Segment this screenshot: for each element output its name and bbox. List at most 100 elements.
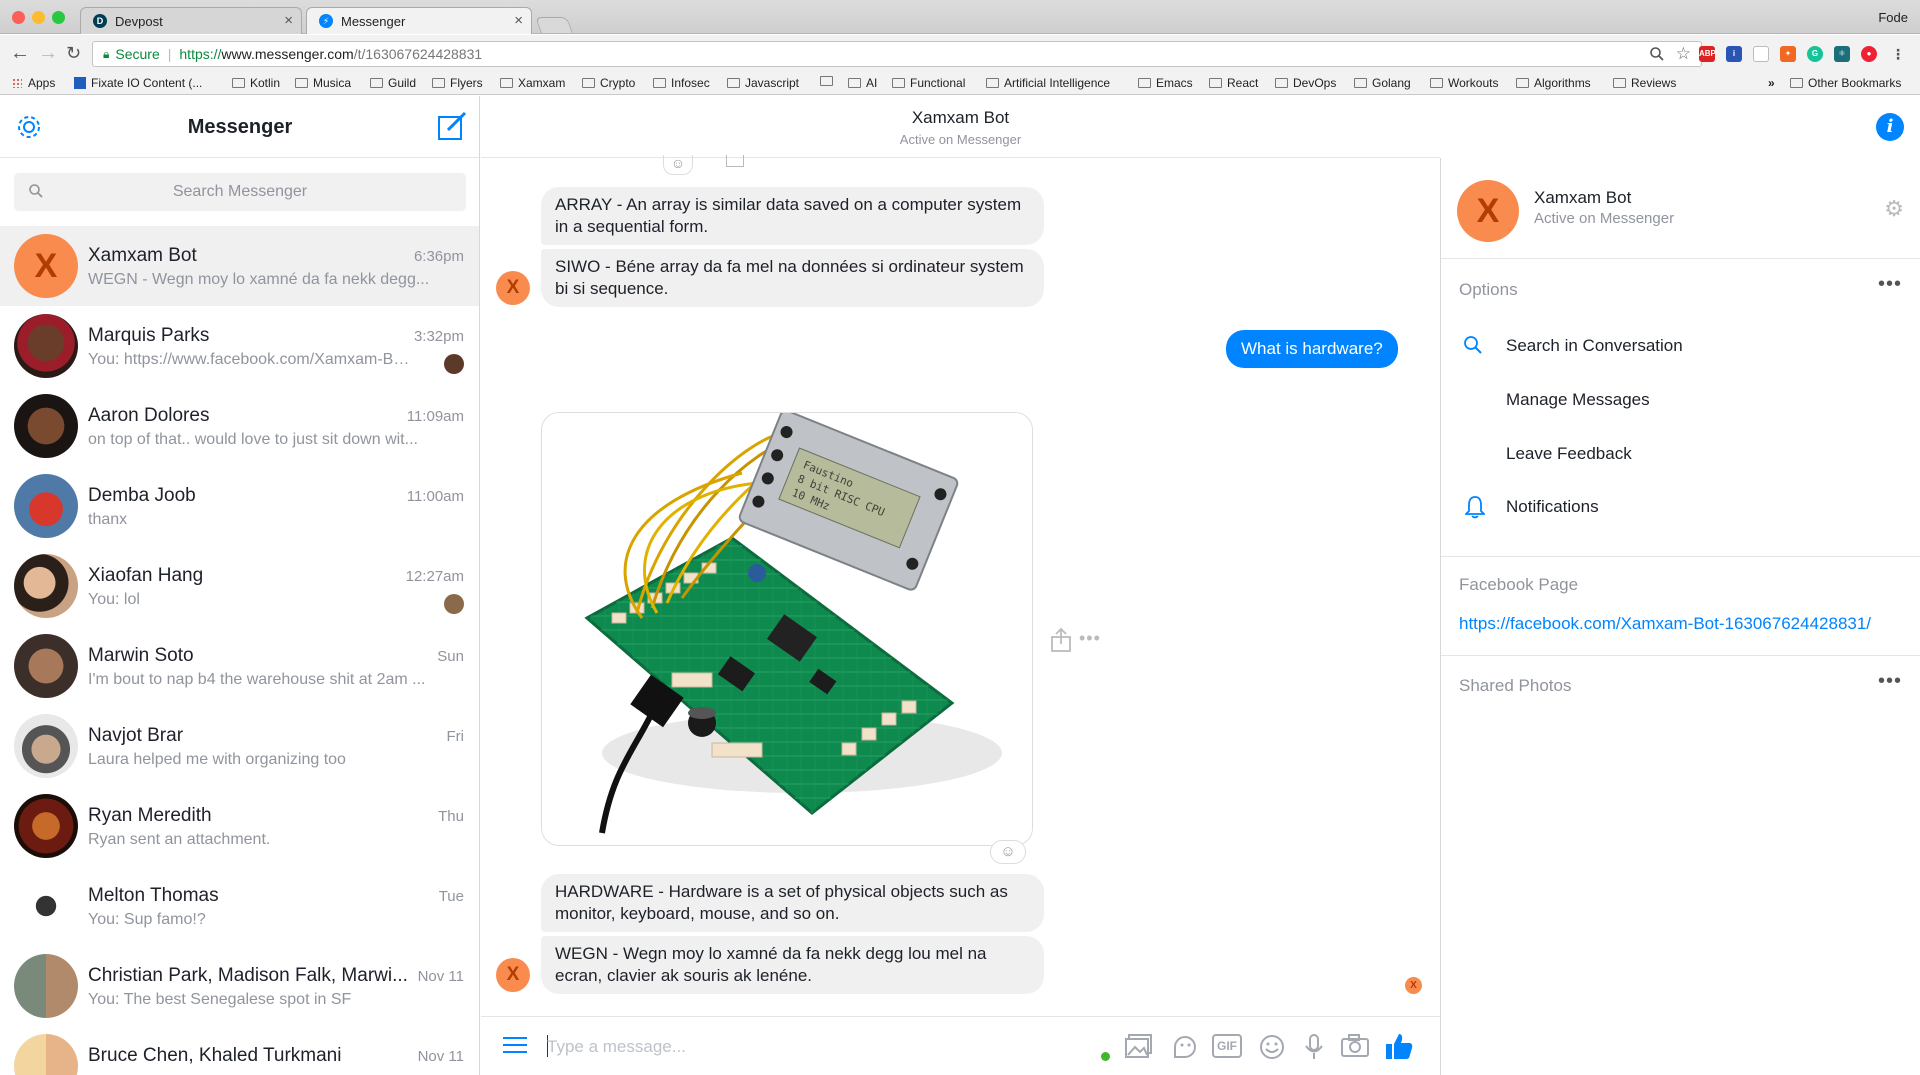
conversation-item[interactable]: Bruce Chen, Khaled Turkmani Nov 11: [0, 1026, 479, 1075]
tab-title: Messenger: [341, 13, 406, 29]
extension-icon[interactable]: ✦: [1780, 46, 1796, 62]
emoji-icon[interactable]: [1258, 1033, 1286, 1066]
bookmark-folder[interactable]: Guild: [370, 76, 416, 90]
gif-icon[interactable]: GIF: [1212, 1034, 1242, 1058]
compose-icon[interactable]: [436, 110, 468, 147]
message-bubble[interactable]: SIWO - Béne array da fa mel na données s…: [541, 249, 1044, 307]
url-host: www.messenger.com: [221, 46, 354, 62]
conversation-item[interactable]: X Xamxam Bot 6:36pm WEGN - Wegn moy lo x…: [0, 226, 479, 306]
my-message-bubble[interactable]: What is hardware?: [1226, 330, 1398, 368]
new-tab-button[interactable]: [535, 17, 573, 33]
sticker-icon[interactable]: [1171, 1033, 1199, 1066]
info-icon[interactable]: i: [1876, 113, 1904, 141]
bookmark-folder[interactable]: Kotlin: [232, 76, 280, 90]
settings-gear-icon[interactable]: ⚙: [1884, 196, 1904, 222]
message-image[interactable]: Faustino 8 bit RISC CPU 10 MHz: [541, 412, 1033, 846]
bookmark-fixate[interactable]: Fixate IO Content (...: [74, 76, 202, 90]
message-bubble[interactable]: WEGN - Wegn moy lo xamné da fa nekk degg…: [541, 936, 1044, 994]
reaction-icon[interactable]: ☺: [663, 155, 693, 175]
bookmark-folder[interactable]: Infosec: [653, 76, 710, 90]
extension-icon[interactable]: [1753, 46, 1769, 62]
profile-name[interactable]: Fode: [1878, 10, 1908, 25]
microphone-icon[interactable]: [1304, 1033, 1324, 1066]
options-header: Options: [1459, 280, 1518, 299]
message-input[interactable]: Type a message...: [547, 1037, 947, 1057]
menu-icon[interactable]: ⋮: [1890, 46, 1906, 62]
zoom-icon[interactable]: [1649, 46, 1665, 67]
conversation-item[interactable]: Navjot Brar Fri Laura helped me with org…: [0, 706, 479, 786]
bookmark-folder[interactable]: Workouts: [1430, 76, 1498, 90]
grammarly-icon[interactable]: G: [1807, 46, 1823, 62]
search-input[interactable]: Search Messenger: [14, 173, 466, 211]
address-bar[interactable]: 🔒︎ Secure | https://www.messenger.com/t/…: [92, 41, 1702, 67]
thumbs-up-icon[interactable]: [1384, 1031, 1414, 1066]
message-bubble[interactable]: ARRAY - An array is similar data saved o…: [541, 187, 1044, 245]
conversation-item[interactable]: Marwin Soto Sun I'm bout to nap b4 the w…: [0, 626, 479, 706]
conversation-item[interactable]: Marquis Parks 3:32pm You: https://www.fa…: [0, 306, 479, 386]
close-tab-icon[interactable]: ×: [514, 12, 523, 29]
facebook-page-link[interactable]: https://facebook.com/Xamxam-Bot-16306762…: [1459, 614, 1871, 634]
conversation-item[interactable]: Xiaofan Hang 12:27am You: lol: [0, 546, 479, 626]
bookmark-star-icon[interactable]: ☆: [1676, 44, 1691, 64]
tab-messenger[interactable]: ⚡ Messenger ×: [306, 7, 532, 34]
shared-photos-header: Shared Photos: [1459, 676, 1572, 695]
menu-icon[interactable]: [503, 1035, 527, 1060]
forward-icon[interactable]: →: [38, 42, 58, 65]
bookmark-folder[interactable]: DevOps: [1275, 76, 1336, 90]
close-window-button[interactable]: [12, 11, 25, 24]
bot-avatar: X: [496, 271, 530, 305]
react-devtools-icon[interactable]: ⚛: [1834, 46, 1850, 62]
back-icon[interactable]: ←: [10, 42, 30, 65]
bookmark-folder[interactable]: Musica: [295, 76, 351, 90]
options-more-icon[interactable]: •••: [1878, 273, 1902, 296]
conversation-item[interactable]: Christian Park, Madison Falk, Marwi... N…: [0, 946, 479, 1026]
conversation-name: Bruce Chen, Khaled Turkmani: [88, 1045, 342, 1066]
leave-feedback[interactable]: Leave Feedback: [1506, 444, 1632, 464]
conversation-name: Marquis Parks: [88, 325, 210, 346]
conversation-item[interactable]: Melton Thomas Tue You: Sup famo!?: [0, 866, 479, 946]
other-bookmarks[interactable]: Other Bookmarks: [1790, 76, 1901, 90]
bookmark-apps[interactable]: Apps: [12, 76, 55, 90]
conversation-preview: WEGN - Wegn moy lo xamné da fa nekk degg…: [88, 271, 430, 288]
bookmark-folder[interactable]: React: [1209, 76, 1258, 90]
camera-icon[interactable]: [1340, 1033, 1370, 1064]
search-in-conversation[interactable]: Search in Conversation: [1506, 336, 1683, 356]
bookmark-folder[interactable]: Emacs: [1138, 76, 1193, 90]
notifications[interactable]: Notifications: [1506, 497, 1599, 517]
add-reaction-icon[interactable]: ☺: [990, 840, 1026, 864]
bookmark-folder[interactable]: Algorithms: [1516, 76, 1591, 90]
image-icon[interactable]: [1125, 1033, 1153, 1064]
bookmark-folder[interactable]: Xamxam: [500, 76, 565, 90]
conversation-item[interactable]: Demba Joob 11:00am thanx: [0, 466, 479, 546]
conversation-name: Aaron Dolores: [88, 405, 210, 426]
bookmark-folder[interactable]: AI: [848, 76, 877, 90]
share-icon[interactable]: [726, 155, 744, 167]
manage-messages[interactable]: Manage Messages: [1506, 390, 1650, 410]
extension-icon[interactable]: i: [1726, 46, 1742, 62]
more-icon[interactable]: •••: [1079, 628, 1101, 649]
conversation-item[interactable]: Ryan Meredith Thu Ryan sent an attachmen…: [0, 786, 479, 866]
bookmark-folder[interactable]: Golang: [1354, 76, 1411, 90]
bookmark-folder[interactable]: Artificial Intelligence: [986, 76, 1110, 90]
close-tab-icon[interactable]: ×: [284, 12, 293, 29]
adblock-icon[interactable]: ABP: [1699, 46, 1716, 62]
bookmarks-overflow[interactable]: »: [1768, 76, 1775, 90]
chat-title[interactable]: Xamxam Bot: [481, 108, 1440, 128]
bookmark-folder[interactable]: Reviews: [1613, 76, 1676, 90]
reload-icon[interactable]: ↻: [66, 43, 81, 64]
tab-devpost[interactable]: D Devpost ×: [80, 7, 302, 34]
share-icon[interactable]: [1050, 627, 1072, 658]
shared-photos-more-icon[interactable]: •••: [1878, 670, 1902, 693]
bookmark-folder[interactable]: Functional: [892, 76, 965, 90]
bookmark-folder[interactable]: Javascript: [727, 76, 799, 90]
bookmark-folder[interactable]: [820, 76, 838, 86]
minimize-window-button[interactable]: [32, 11, 45, 24]
message-bubble[interactable]: HARDWARE - Hardware is a set of physical…: [541, 874, 1044, 932]
extension-icon[interactable]: ●: [1861, 46, 1877, 62]
url-path: /t/163067624428831: [353, 46, 483, 62]
bookmark-folder[interactable]: Flyers: [432, 76, 483, 90]
folder-icon: [1138, 78, 1151, 88]
bookmark-folder[interactable]: Crypto: [582, 76, 635, 90]
conversation-item[interactable]: Aaron Dolores 11:09am on top of that.. w…: [0, 386, 479, 466]
maximize-window-button[interactable]: [52, 11, 65, 24]
